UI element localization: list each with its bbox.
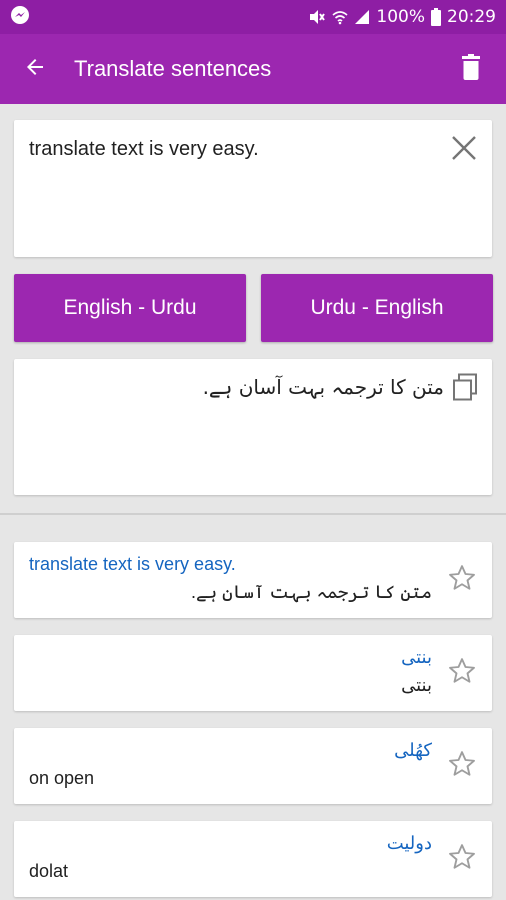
- section-divider: [0, 513, 506, 515]
- arrow-left-icon: [23, 55, 47, 83]
- page-title: Translate sentences: [74, 56, 272, 81]
- favorite-button[interactable]: [446, 750, 478, 782]
- source-text-input[interactable]: translate text is very easy.: [29, 138, 259, 161]
- delete-history-button[interactable]: [436, 34, 506, 104]
- wifi-icon: [332, 9, 348, 25]
- battery-percent: 100%: [376, 7, 425, 27]
- history-source: translate text is very easy.: [29, 554, 236, 574]
- history-source: بنتی: [401, 647, 432, 667]
- result-card: متن کا ترجمہ بہت آسان ہے.: [14, 359, 492, 495]
- status-time: 20:29: [447, 7, 496, 27]
- close-icon: [451, 135, 477, 165]
- app-bar: Translate sentences: [0, 34, 506, 104]
- history-item[interactable]: translate text is very easy. متن کا ترجم…: [14, 542, 492, 618]
- history-source: دولیت: [386, 833, 432, 853]
- history-translation: dolat: [29, 861, 69, 881]
- history-item[interactable]: بنتی بنتی: [14, 635, 492, 711]
- copy-button[interactable]: [450, 373, 480, 405]
- history-translation: متن کا ترجمہ بہت آسان ہے.: [191, 582, 432, 602]
- english-urdu-button[interactable]: English - Urdu: [14, 274, 246, 342]
- battery-icon: [431, 8, 441, 26]
- favorite-button[interactable]: [446, 843, 478, 875]
- history-translation: on open: [29, 768, 95, 788]
- favorite-button[interactable]: [446, 564, 478, 596]
- signal-icon: [354, 9, 370, 25]
- copy-icon: [452, 373, 478, 405]
- status-left: [10, 5, 30, 30]
- urdu-english-button[interactable]: Urdu - English: [261, 274, 493, 342]
- messenger-icon: [10, 5, 30, 30]
- star-icon: [447, 656, 477, 690]
- star-icon: [447, 842, 477, 876]
- history-translation: بنتی: [401, 675, 432, 695]
- history-item[interactable]: دولیت dolat: [14, 821, 492, 897]
- status-bar: 100% 20:29: [0, 0, 506, 34]
- history-item[interactable]: کھُلی on open: [14, 728, 492, 804]
- back-button[interactable]: [0, 34, 70, 104]
- favorite-button[interactable]: [446, 657, 478, 689]
- clear-button[interactable]: [448, 134, 480, 166]
- trash-icon: [460, 54, 482, 84]
- translation-result: متن کا ترجمہ بہت آسان ہے.: [202, 375, 444, 399]
- history-source: کھُلی: [394, 740, 432, 760]
- star-icon: [447, 563, 477, 597]
- star-icon: [447, 749, 477, 783]
- status-right: 100% 20:29: [308, 7, 496, 27]
- input-card[interactable]: translate text is very easy.: [14, 120, 492, 257]
- mute-icon: [308, 8, 326, 26]
